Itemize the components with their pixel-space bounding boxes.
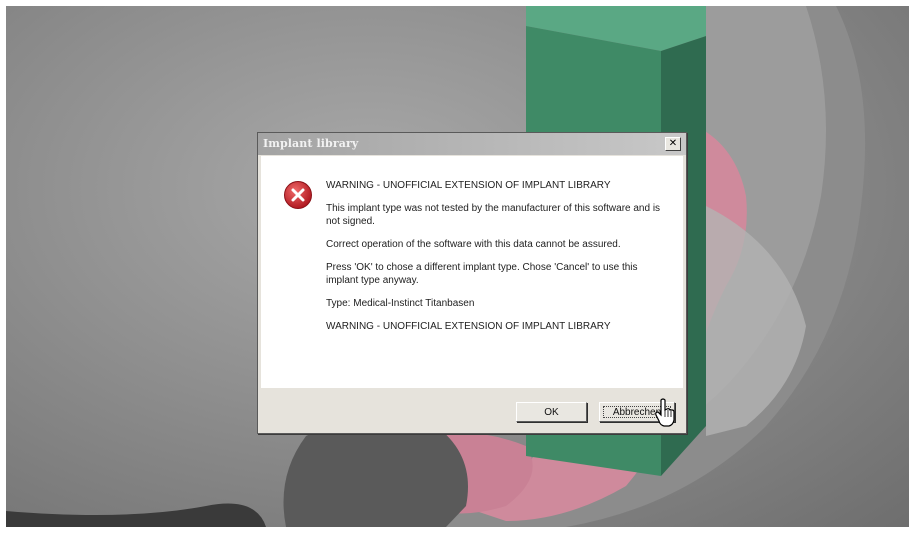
dialog-button-bar: OK Abbrechen bbox=[258, 390, 686, 433]
error-icon bbox=[284, 181, 312, 209]
close-button[interactable]: ✕ bbox=[665, 137, 681, 151]
dialog-messages: WARNING - UNOFFICIAL EXTENSION OF IMPLAN… bbox=[326, 179, 666, 343]
dialog-content: WARNING - UNOFFICIAL EXTENSION OF IMPLAN… bbox=[261, 156, 683, 388]
dialog-title: Implant library bbox=[263, 137, 359, 150]
close-icon: ✕ bbox=[668, 138, 678, 149]
hand-cursor-icon bbox=[655, 398, 675, 427]
message-instructions: Press 'OK' to chose a different implant … bbox=[326, 262, 638, 286]
dialog-titlebar[interactable]: Implant library ✕ bbox=[258, 133, 686, 155]
warning-footer: WARNING - UNOFFICIAL EXTENSION OF IMPLAN… bbox=[326, 321, 611, 332]
message-type: Type: Medical-Instinct Titanbasen bbox=[326, 298, 475, 309]
message-not-assured: Correct operation of the software with t… bbox=[326, 239, 621, 250]
ok-button[interactable]: OK bbox=[516, 402, 587, 422]
warning-heading: WARNING - UNOFFICIAL EXTENSION OF IMPLAN… bbox=[326, 180, 611, 191]
screenshot-frame: Implant library ✕ WARNING - UNOFFICIAL E… bbox=[0, 0, 915, 533]
message-not-tested: This implant type was not tested by the … bbox=[326, 203, 661, 227]
implant-library-dialog: Implant library ✕ WARNING - UNOFFICIAL E… bbox=[257, 132, 687, 434]
model-tooth-left bbox=[283, 418, 468, 527]
model-dark-lower bbox=[6, 503, 266, 527]
